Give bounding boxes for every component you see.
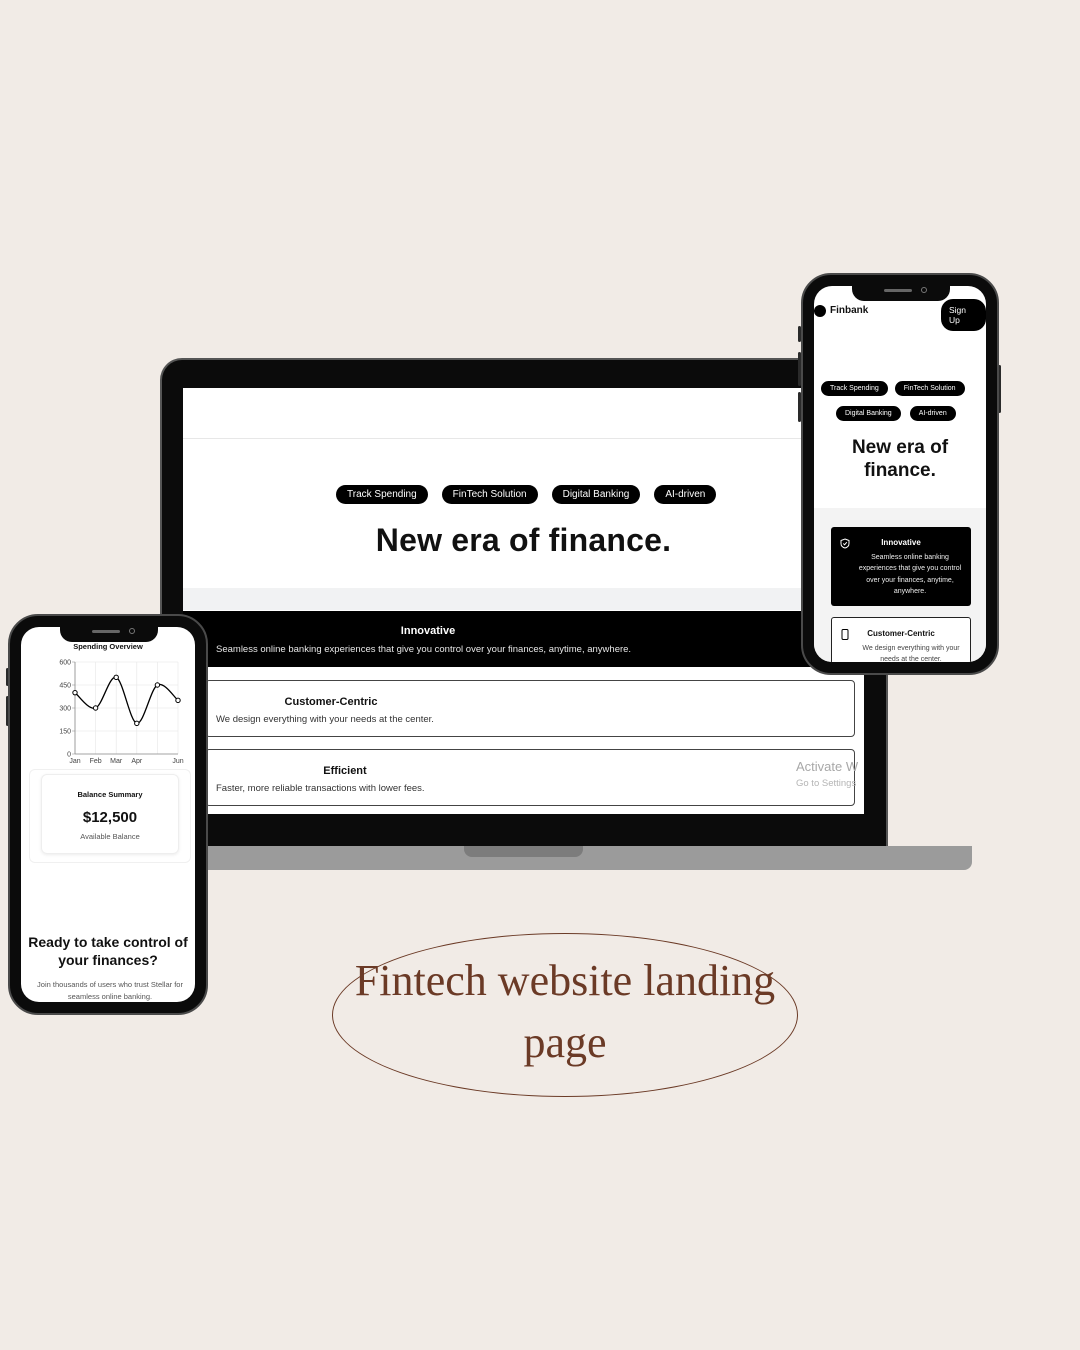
tag-ai-driven[interactable]: AI-driven	[909, 406, 956, 421]
hero-title: New era of finance.	[851, 437, 949, 481]
series-line-spending	[74, 676, 179, 724]
activation-watermark-sub: Go to Settings	[796, 778, 857, 789]
phone-right: Finbank Sign Up Track Spending FinTech S…	[801, 273, 999, 675]
tag-track-spending[interactable]: Track Spending	[336, 485, 428, 504]
x-tick-label: Jun	[172, 758, 183, 765]
y-tick-label: 300	[59, 706, 71, 713]
phone-notch	[852, 284, 950, 301]
feature-title: Customer-Centric	[284, 696, 378, 708]
balance-value: $12,500	[82, 809, 138, 826]
y-tick-label: 150	[59, 729, 71, 736]
cta-title: Ready to take control of your finances?	[28, 934, 188, 968]
data-point	[154, 682, 161, 688]
feature-title: Innovative	[400, 625, 456, 637]
spending-line-chart: 0150300450600Jan Feb Mar Apr Jun	[59, 660, 183, 766]
phone-right-screen: Finbank Sign Up Track Spending FinTech S…	[814, 286, 986, 662]
feature-desc: We design everything with your needs at …	[862, 645, 960, 662]
chart-title: Spending Overview	[73, 642, 143, 651]
feature-desc: We design everything with your needs at …	[216, 714, 434, 725]
tag-ai-driven[interactable]: AI-driven	[654, 485, 717, 504]
feature-card-innovative[interactable]: Innovative Seamless online banking exper…	[183, 611, 864, 667]
tag-digital-banking[interactable]: Digital Banking	[551, 485, 641, 504]
laptop-screen: Track Spending FinTech Solution Digital …	[183, 388, 864, 814]
data-point	[134, 720, 140, 727]
section-divider	[183, 588, 864, 610]
tag-fintech-solution[interactable]: FinTech Solution	[441, 485, 538, 504]
tag-list-row-1: Track Spending FinTech Solution	[821, 381, 965, 396]
x-tick-label: Apr	[131, 758, 143, 765]
tag-digital-banking[interactable]: Digital Banking	[836, 406, 901, 421]
x-tick-label: Mar	[110, 758, 123, 765]
tag-fintech-solution[interactable]: FinTech Solution	[894, 381, 965, 396]
logo-icon	[814, 305, 826, 317]
laptop-trackpad-notch	[464, 846, 583, 857]
data-point	[92, 705, 99, 711]
x-tick-label: Jan	[69, 758, 80, 765]
feature-title: Efficient	[323, 765, 367, 777]
feature-title: Customer-Centric	[867, 629, 935, 638]
feature-desc: Seamless online banking experiences that…	[216, 644, 632, 655]
feature-card-efficient[interactable]: Efficient Faster, more reliable transact…	[205, 749, 855, 806]
caption-title: Fintech website landing page	[354, 956, 776, 1067]
balance-label: Available Balance	[80, 832, 140, 841]
laptop-navbar	[183, 388, 864, 439]
data-point	[113, 674, 119, 681]
sign-up-button[interactable]: Sign Up	[941, 299, 986, 331]
tag-track-spending[interactable]: Track Spending	[821, 381, 888, 396]
tag-list-row-2: Digital Banking AI-driven	[836, 406, 956, 421]
phone-left-screen: Spending Overview 0 150 300 450 600 Jan Feb Mar…	[21, 627, 195, 1002]
data-point	[175, 697, 181, 704]
feature-card-customer-centric[interactable]: Customer-Centric We design everything wi…	[831, 617, 971, 662]
laptop-tag-list: Track Spending FinTech Solution Digital …	[336, 485, 717, 504]
phone-left: Spending Overview 0 150 300 450 600 Jan Feb Mar…	[8, 614, 208, 1015]
laptop-hero	[183, 440, 864, 588]
y-tick-label: 450	[59, 683, 71, 690]
balance-title: Balance Summary	[77, 790, 143, 799]
y-tick-label: 600	[59, 660, 71, 667]
hero-title: New era of finance.	[375, 522, 672, 558]
feature-title: Innovative	[881, 538, 921, 547]
phone-notch	[60, 625, 158, 642]
x-tick-label: Feb	[90, 758, 102, 765]
feature-card-innovative[interactable]: Innovative Seamless online banking exper…	[831, 527, 971, 606]
balance-summary-card: Balance Summary $12,500 Available Balanc…	[41, 774, 179, 854]
cta-subtitle: Join thousands of users who trust Stella…	[37, 980, 183, 1001]
feature-desc: Seamless online banking experiences that…	[858, 554, 962, 595]
activation-watermark: Activate W	[796, 759, 859, 774]
brand-name[interactable]: Finbank	[830, 305, 868, 316]
feature-desc: Faster, more reliable transactions with …	[216, 783, 425, 794]
feature-card-customer-centric[interactable]: Customer-Centric We design everything wi…	[205, 680, 855, 737]
data-point	[72, 689, 78, 696]
